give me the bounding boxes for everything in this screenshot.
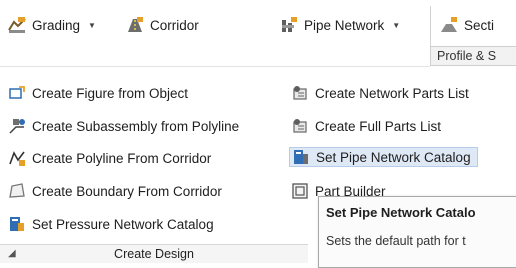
- panel-title-bar[interactable]: ◢ Create Design: [0, 244, 308, 263]
- item-label: Create Polyline From Corridor: [32, 150, 212, 166]
- section-label: Secti: [464, 17, 495, 33]
- polyline-icon: [9, 151, 25, 166]
- create-boundary-item[interactable]: Create Boundary From Corridor: [8, 181, 222, 201]
- full-parts-list-icon: [293, 119, 307, 133]
- panel-title: Create Design: [114, 247, 194, 261]
- boundary-icon: [9, 183, 25, 198]
- grading-label: Grading: [32, 17, 81, 33]
- set-pressure-network-catalog-item[interactable]: Set Pressure Network Catalog: [8, 214, 214, 234]
- item-label: Create Full Parts List: [315, 118, 442, 134]
- create-subassembly-item[interactable]: Create Subassembly from Polyline: [8, 116, 239, 136]
- tooltip-description: Sets the default path for t: [326, 234, 466, 248]
- tooltip-title: Set Pipe Network Catalo: [326, 205, 476, 220]
- create-figure-from-object-item[interactable]: Create Figure from Object: [8, 83, 188, 103]
- create-network-parts-list-item[interactable]: Create Network Parts List: [291, 83, 469, 103]
- pipe-network-label: Pipe Network: [304, 17, 385, 33]
- corridor-label: Corridor: [150, 17, 199, 33]
- create-figure-icon: [9, 86, 25, 99]
- parts-list-icon: [293, 86, 307, 100]
- chevron-down-icon: ▼: [392, 20, 401, 30]
- corridor-icon: [128, 17, 143, 32]
- set-pipe-network-catalog-item[interactable]: Set Pipe Network Catalog: [289, 147, 478, 167]
- item-label: Create Boundary From Corridor: [32, 183, 222, 199]
- subassembly-icon: [9, 119, 25, 134]
- part-builder-icon: [292, 183, 308, 199]
- corridor-button[interactable]: Corridor: [126, 14, 199, 36]
- item-label: Set Pressure Network Catalog: [32, 216, 214, 232]
- chevron-down-icon: ▼: [88, 20, 96, 30]
- item-label: Set Pipe Network Catalog: [316, 149, 471, 165]
- item-label: Create Figure from Object: [32, 85, 189, 101]
- create-full-parts-list-item[interactable]: Create Full Parts List: [291, 116, 441, 136]
- section-button[interactable]: Secti: [440, 14, 494, 36]
- tooltip: Set Pipe Network Catalo Sets the default…: [318, 196, 516, 268]
- pipe-catalog-icon: [294, 150, 308, 164]
- pressure-catalog-icon: [10, 217, 24, 231]
- grading-button[interactable]: Grading ▼: [8, 14, 96, 36]
- pipe-network-icon: [282, 17, 297, 32]
- create-polyline-item[interactable]: Create Polyline From Corridor: [8, 148, 211, 168]
- ribbon-toolbar: Grading ▼ Corridor Pipe Network ▼ Secti …: [0, 0, 516, 66]
- item-label: Create Subassembly from Polyline: [32, 118, 240, 134]
- item-label: Create Network Parts List: [315, 85, 469, 101]
- divider: [0, 66, 430, 67]
- pipe-network-button[interactable]: Pipe Network ▼: [280, 14, 400, 36]
- grading-icon: [8, 17, 26, 33]
- toolbar-divider: [430, 6, 431, 48]
- section-icon: [441, 17, 457, 32]
- profile-section-panel-tab[interactable]: Profile & S: [430, 46, 516, 66]
